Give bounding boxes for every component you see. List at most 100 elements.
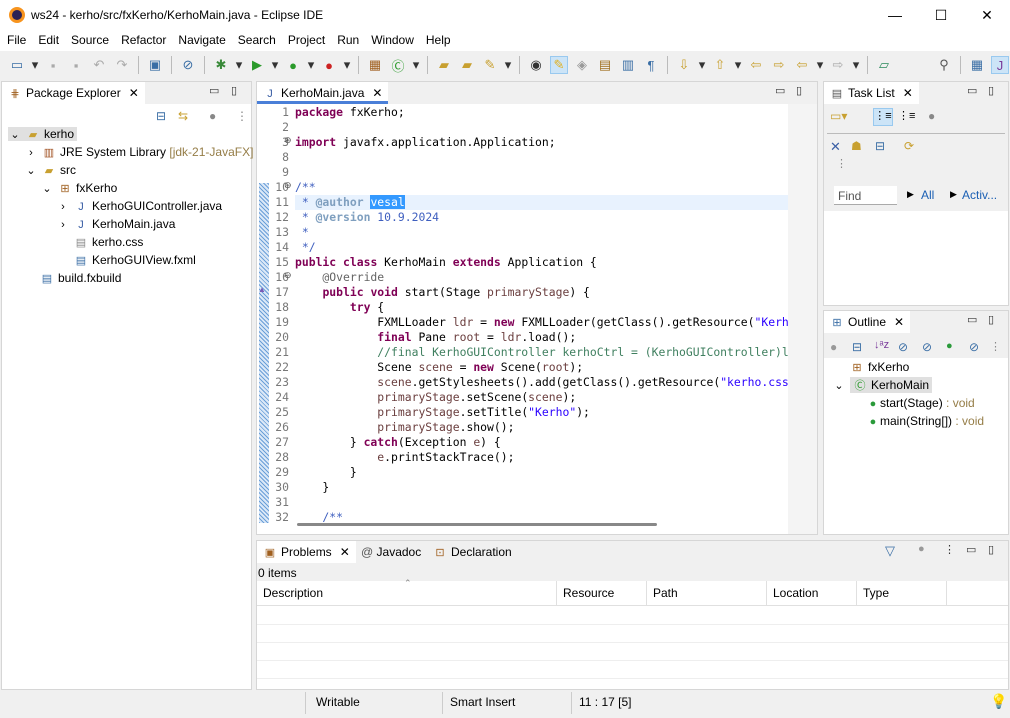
collapse-fold-icon[interactable]: ⊖	[284, 180, 292, 191]
new-icon[interactable]: ▭	[8, 56, 26, 74]
close-icon[interactable]: ✕	[129, 86, 139, 100]
tab-package-explorer[interactable]: ⋕ Package Explorer ✕	[2, 82, 145, 104]
minimize-icon[interactable]: ▭	[775, 84, 785, 97]
column-description[interactable]: Description	[257, 581, 557, 605]
hide-local-types-icon[interactable]: ⊘	[969, 340, 979, 354]
tree-item-fxkerho[interactable]: ⌄ ⊞ fxKerho	[40, 181, 117, 195]
lightbulb-icon[interactable]: 💡	[990, 693, 1007, 710]
open-folder-icon[interactable]: ▰	[458, 56, 476, 74]
coverage-icon[interactable]: ●	[284, 56, 302, 74]
new-package-icon[interactable]: ▦	[366, 56, 384, 74]
menu-search[interactable]: Search	[231, 30, 281, 47]
expand-fold-icon[interactable]: ⊕	[284, 135, 292, 146]
menu-file[interactable]: File	[0, 30, 31, 47]
outline-item-start[interactable]: ● start(Stage) : void	[868, 396, 975, 410]
minimize-icon[interactable]: ▭	[967, 313, 977, 326]
close-icon[interactable]: ✕	[340, 545, 350, 559]
tree-item-src[interactable]: ⌄ ▰ src	[24, 163, 76, 177]
menu-source[interactable]: Source	[64, 30, 114, 47]
toggle-block-selection-icon[interactable]: ◈	[573, 56, 591, 74]
column-type[interactable]: Type	[857, 581, 947, 605]
filters-icon[interactable]: ●	[209, 109, 216, 123]
view-menu-icon[interactable]: ⋮	[836, 157, 847, 170]
complete-icon[interactable]: ✕	[830, 139, 841, 155]
chevron-down-icon[interactable]: ▾	[698, 56, 706, 74]
run-icon[interactable]: ▶	[248, 56, 266, 74]
new-class-icon[interactable]: Ⓒ	[389, 56, 407, 74]
find-input[interactable]: Find	[834, 186, 897, 205]
chevron-down-icon[interactable]: ▾	[31, 56, 39, 74]
focus-icon[interactable]: ☗	[851, 139, 862, 153]
menu-refactor[interactable]: Refactor	[114, 30, 171, 47]
chevron-down-icon[interactable]: ▾	[412, 56, 420, 74]
chevron-down-icon[interactable]: ▾	[734, 56, 742, 74]
maximize-icon[interactable]: ▯	[796, 84, 802, 97]
toggle-breadcrumb-icon[interactable]: ◉	[527, 56, 545, 74]
open-perspective-icon[interactable]: ▦	[968, 56, 986, 74]
menu-edit[interactable]: Edit	[31, 30, 64, 47]
maximize-icon[interactable]: ▯	[988, 543, 994, 556]
tab-task-list[interactable]: ▤ Task List ✕	[824, 82, 919, 104]
filter-icon[interactable]: ▽	[885, 543, 895, 559]
hide-fields-icon[interactable]: ⊘	[898, 340, 908, 354]
tab-kerhomain-java[interactable]: J KerhoMain.java ✕	[257, 82, 389, 104]
close-icon[interactable]: ✕	[372, 86, 382, 100]
java-perspective-icon[interactable]: J	[991, 56, 1009, 74]
code-text-area[interactable]: package fxKerho; import javafx.applicatio…	[295, 105, 788, 525]
activate-link[interactable]: Activ...	[962, 188, 997, 202]
maximize-icon[interactable]: ▯	[988, 313, 994, 326]
filters-icon[interactable]: ●	[830, 340, 837, 354]
horizontal-scrollbar[interactable]	[297, 523, 657, 526]
minimize-icon[interactable]: ▭	[209, 84, 219, 97]
chevron-down-icon[interactable]: ▾	[235, 56, 243, 74]
tree-item-css[interactable]: ▤ kerho.css	[74, 235, 144, 249]
menu-help[interactable]: Help	[419, 30, 456, 47]
chevron-down-icon[interactable]: ▾	[307, 56, 315, 74]
forward-edit-icon[interactable]: ⇨	[770, 56, 788, 74]
pin-editor-icon[interactable]: ▱	[875, 56, 893, 74]
maximize-icon[interactable]: ▯	[988, 84, 994, 97]
collapse-all-icon[interactable]: ⊟	[852, 340, 862, 354]
column-path[interactable]: Path	[647, 581, 767, 605]
hide-non-public-icon[interactable]: ●	[946, 340, 953, 352]
menu-window[interactable]: Window	[364, 30, 419, 47]
all-link[interactable]: All	[921, 188, 934, 202]
external-tools-icon[interactable]: ●	[320, 56, 338, 74]
menu-navigate[interactable]: Navigate	[171, 30, 230, 47]
chevron-down-icon[interactable]: ▾	[504, 56, 512, 74]
chevron-down-icon[interactable]: ▾	[852, 56, 860, 74]
menu-project[interactable]: Project	[281, 30, 330, 47]
tab-problems[interactable]: ▣ Problems ✕	[257, 541, 356, 563]
maximize-icon[interactable]: ▯	[231, 84, 237, 97]
save-all-icon[interactable]: ▪	[67, 56, 85, 74]
tree-item-controller[interactable]: › J KerhoGUIController.java	[56, 199, 222, 213]
filters-icon[interactable]: ●	[918, 543, 925, 555]
categorized-icon[interactable]: ⋮≡	[873, 108, 893, 126]
collapse-all-icon[interactable]: ⊟	[875, 139, 885, 153]
chevron-down-icon[interactable]: ▾	[343, 56, 351, 74]
sort-icon[interactable]: ↓ᵃz	[874, 339, 889, 351]
skip-breakpoints-icon[interactable]: ⊘	[179, 56, 197, 74]
minimize-icon[interactable]: ▭	[967, 84, 977, 97]
save-icon[interactable]: ▪	[44, 56, 62, 74]
show-whitespace-icon[interactable]: ¶	[642, 56, 660, 74]
new-task-icon[interactable]: ▭▾	[830, 109, 847, 123]
mark-occurrences-icon[interactable]: ✎	[550, 56, 568, 74]
undo-icon[interactable]: ↶	[90, 56, 108, 74]
tab-declaration[interactable]: ⊡ Declaration	[433, 545, 511, 559]
tree-item-kerho[interactable]: ⌄ ▰ kerho	[8, 127, 78, 141]
menu-run[interactable]: Run	[330, 30, 364, 47]
filters-icon[interactable]: ●	[928, 109, 935, 123]
close-icon[interactable]: ✕	[894, 315, 904, 329]
view-menu-icon[interactable]: ⋮	[990, 340, 1001, 353]
tree-item-main[interactable]: › J KerhoMain.java	[56, 217, 175, 231]
view-menu-icon[interactable]: ⋮	[944, 543, 955, 556]
last-edit-icon[interactable]: ⇦	[747, 56, 765, 74]
tree-item-build[interactable]: ▤ build.fxbuild	[40, 271, 122, 285]
chevron-down-icon[interactable]: ▾	[271, 56, 279, 74]
tree-item-fxml[interactable]: ▤ KerhoGUIView.fxml	[74, 253, 196, 267]
maximize-button[interactable]: ☐	[918, 0, 964, 30]
back-icon[interactable]: ⇦	[793, 56, 811, 74]
open-type-icon[interactable]: ▰	[435, 56, 453, 74]
forward-icon[interactable]: ⇨	[829, 56, 847, 74]
